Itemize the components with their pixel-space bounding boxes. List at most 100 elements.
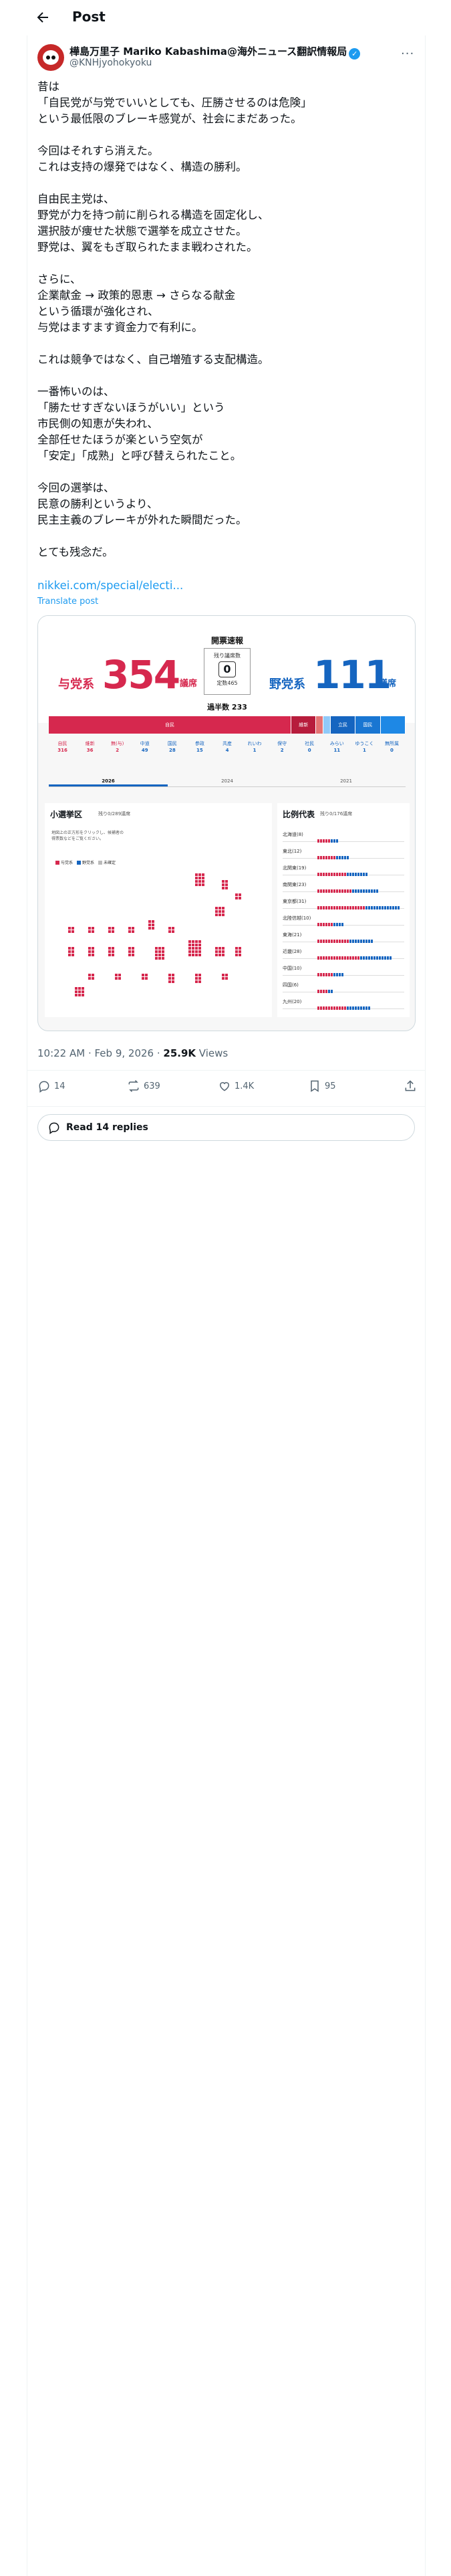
district-square[interactable] — [225, 880, 228, 883]
district-square[interactable] — [215, 907, 218, 909]
year-tab[interactable]: 2021 — [287, 775, 406, 786]
district-square[interactable] — [88, 977, 91, 980]
district-square[interactable] — [222, 914, 224, 916]
district-square[interactable] — [112, 954, 114, 956]
district-square[interactable] — [192, 950, 194, 953]
district-square[interactable] — [88, 954, 91, 956]
district-square[interactable] — [198, 877, 201, 879]
district-square[interactable] — [128, 930, 131, 933]
district-square[interactable] — [168, 930, 171, 933]
district-square[interactable] — [215, 914, 218, 916]
district-square[interactable] — [75, 994, 78, 996]
district-square[interactable] — [152, 920, 154, 923]
district-square[interactable] — [112, 947, 114, 950]
district-square[interactable] — [92, 974, 94, 976]
year-tab[interactable]: 2024 — [168, 775, 287, 786]
district-square[interactable] — [195, 977, 198, 980]
district-square[interactable] — [202, 873, 204, 876]
district-square[interactable] — [118, 974, 121, 976]
district-square[interactable] — [198, 944, 201, 946]
district-square[interactable] — [218, 914, 221, 916]
district-square[interactable] — [239, 897, 241, 899]
district-square[interactable] — [68, 930, 71, 933]
pr-block-row[interactable]: 北陸信越(10) — [283, 911, 404, 926]
district-square[interactable] — [162, 947, 164, 950]
district-square[interactable] — [192, 940, 194, 943]
pr-block-row[interactable]: 九州(20) — [283, 994, 404, 1010]
district-square[interactable] — [148, 927, 151, 930]
district-square[interactable] — [172, 980, 174, 983]
district-square[interactable] — [215, 950, 218, 953]
district-square[interactable] — [172, 977, 174, 980]
district-square[interactable] — [75, 987, 78, 990]
district-square[interactable] — [168, 977, 171, 980]
post-image-election-results[interactable]: 開票速報 与党系 354 議席 残り議席数 0 定数465 野党系 111 議席… — [37, 615, 416, 1031]
year-tab[interactable]: 2026 — [49, 775, 168, 786]
district-square[interactable] — [222, 880, 224, 883]
bookmark-button[interactable]: 95 — [308, 1078, 336, 1094]
district-square[interactable] — [235, 893, 238, 896]
district-square[interactable] — [198, 947, 201, 950]
district-square[interactable] — [222, 887, 224, 889]
district-square[interactable] — [132, 930, 134, 933]
pr-block-row[interactable]: 北海道(8) — [283, 827, 404, 843]
district-square[interactable] — [222, 910, 224, 913]
district-square[interactable] — [155, 954, 158, 956]
district-square[interactable] — [195, 883, 198, 886]
district-square[interactable] — [188, 940, 191, 943]
district-square[interactable] — [202, 877, 204, 879]
district-square[interactable] — [239, 893, 241, 896]
district-square[interactable] — [198, 883, 201, 886]
district-square[interactable] — [148, 924, 151, 926]
district-square[interactable] — [218, 950, 221, 953]
district-square[interactable] — [168, 927, 171, 930]
district-square[interactable] — [198, 977, 201, 980]
district-square[interactable] — [195, 873, 198, 876]
author-handle[interactable]: @KNHjyohokyoku — [69, 58, 152, 68]
district-square[interactable] — [198, 980, 201, 983]
district-square[interactable] — [88, 974, 91, 976]
district-square[interactable] — [195, 940, 198, 943]
district-square[interactable] — [155, 957, 158, 960]
district-square[interactable] — [92, 927, 94, 930]
district-square[interactable] — [108, 930, 111, 933]
district-square[interactable] — [188, 947, 191, 950]
district-square[interactable] — [202, 883, 204, 886]
district-square[interactable] — [218, 907, 221, 909]
pr-block-row[interactable]: 近畿(28) — [283, 944, 404, 960]
district-square[interactable] — [142, 974, 144, 976]
district-square[interactable] — [225, 974, 228, 976]
district-square[interactable] — [132, 954, 134, 956]
district-square[interactable] — [145, 977, 148, 980]
reply-button[interactable]: 14 — [37, 1078, 65, 1094]
district-square[interactable] — [192, 954, 194, 956]
district-square[interactable] — [188, 950, 191, 953]
district-square[interactable] — [71, 930, 74, 933]
district-square[interactable] — [92, 977, 94, 980]
district-square[interactable] — [195, 980, 198, 983]
district-square[interactable] — [78, 994, 81, 996]
district-square[interactable] — [68, 947, 71, 950]
district-square[interactable] — [198, 954, 201, 956]
district-square[interactable] — [162, 950, 164, 953]
district-square[interactable] — [71, 954, 74, 956]
district-square[interactable] — [202, 880, 204, 883]
district-square[interactable] — [192, 944, 194, 946]
district-square[interactable] — [155, 947, 158, 950]
district-square[interactable] — [188, 944, 191, 946]
like-button[interactable]: 1.4K — [218, 1078, 254, 1094]
district-square[interactable] — [128, 950, 131, 953]
district-square[interactable] — [198, 974, 201, 976]
pr-block-row[interactable]: 四国(6) — [283, 978, 404, 993]
district-square[interactable] — [158, 954, 161, 956]
district-square[interactable] — [88, 930, 91, 933]
district-square[interactable] — [71, 947, 74, 950]
district-square[interactable] — [172, 927, 174, 930]
district-square[interactable] — [75, 990, 78, 993]
pr-block-row[interactable]: 南関東(23) — [283, 877, 404, 893]
district-square[interactable] — [222, 974, 224, 976]
post-timestamp[interactable]: 10:22 AM · Feb 9, 2026 · 25.9K Views — [37, 1047, 228, 1059]
district-square[interactable] — [78, 987, 81, 990]
district-square[interactable] — [222, 883, 224, 886]
district-square[interactable] — [195, 950, 198, 953]
